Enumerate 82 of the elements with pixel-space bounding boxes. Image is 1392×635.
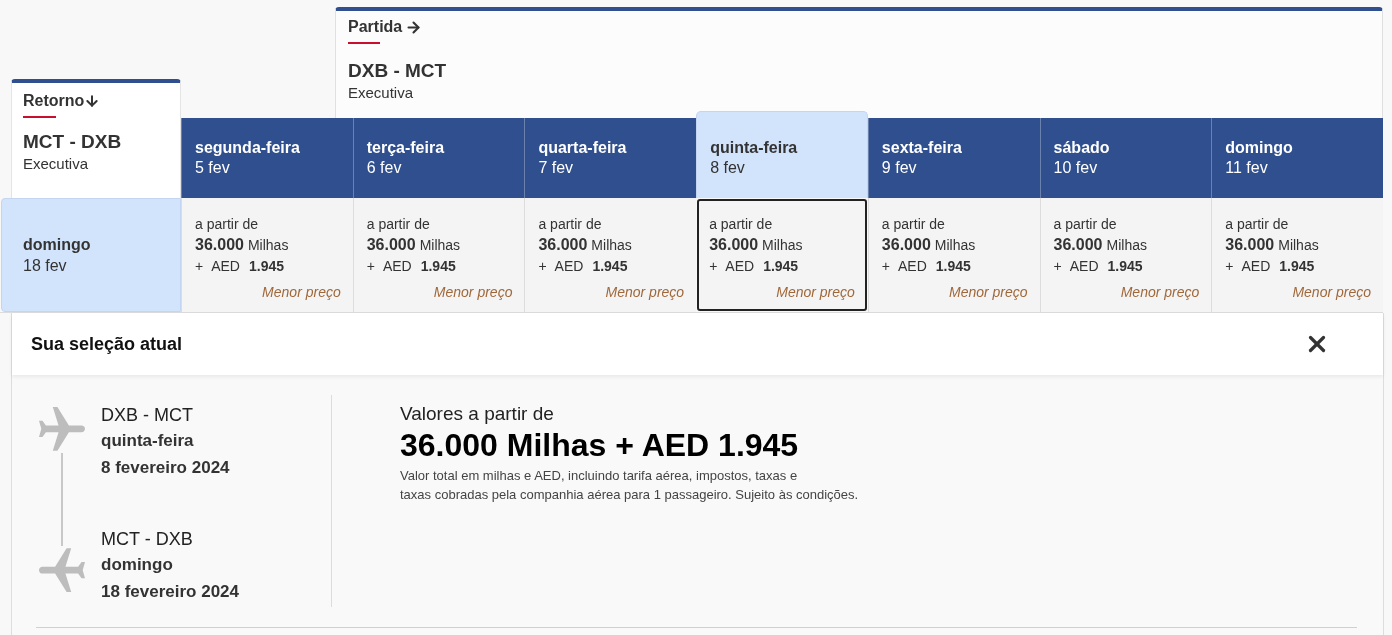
cash-amount: 1.945 xyxy=(592,257,628,276)
airplane-icon xyxy=(39,407,85,453)
cabin-class: Executiva xyxy=(23,154,90,174)
flight-date: 8 fevereiro 2024 xyxy=(101,457,231,479)
miles-unit: Milhas xyxy=(591,236,632,255)
fare-prefix: a partir de xyxy=(881,215,945,234)
fare-prefix: a partir de xyxy=(366,215,430,234)
miles-unit: Milhas xyxy=(934,236,976,255)
fare-option[interactable]: a partir de 36.000 Milhas + AED 1.945 Menor preço xyxy=(1211,198,1383,312)
lowest-price-note: Menor preço xyxy=(1292,283,1371,302)
cash-amount: 1.945 xyxy=(763,257,799,276)
date-tab[interactable]: segunda-feira 5 fev xyxy=(181,118,353,198)
cash-amount: 1.945 xyxy=(1279,257,1315,276)
price-disclaimer: Valor total em milhas e AED, incluindo tarifa aérea, impostos, taxas e taxas cobradas pela companhia aérea para 1 passageiro. Sujeito às condições. xyxy=(400,467,859,504)
plus-sign: + xyxy=(1053,257,1062,276)
panel-title: Sua seleção atual xyxy=(31,332,183,356)
currency-code: AED xyxy=(554,257,584,276)
date-tab[interactable]: domingo 11 fev xyxy=(1211,118,1383,198)
fare-option[interactable]: a partir de 36.000 Milhas + AED 1.945 Menor preço xyxy=(867,198,1040,312)
miles-unit: Milhas xyxy=(762,236,803,255)
fare-prefix: a partir de xyxy=(1053,215,1117,234)
fare-option[interactable]: a partir de 36.000 Milhas + AED 1.945 Menor preço xyxy=(181,198,353,312)
flight-weekday: domingo xyxy=(101,554,174,576)
miles-amount: 36.000 xyxy=(195,235,244,255)
fare-option[interactable]: a partir de 36.000 Milhas + AED 1.945 Menor preço xyxy=(352,198,525,312)
plus-sign: + xyxy=(1225,257,1234,276)
date-tab[interactable]: terça-feira 6 fev xyxy=(352,118,525,198)
date-tab[interactable]: quarta-feira 7 fev xyxy=(524,118,697,198)
direction-label: Retorno xyxy=(23,91,85,111)
date-tab[interactable]: quinta-feira 8 fev xyxy=(696,111,868,198)
currency-code: AED xyxy=(898,257,927,276)
cash-amount: 1.945 xyxy=(249,257,285,276)
price-label: Valores a partir de xyxy=(400,402,555,426)
plus-sign: + xyxy=(366,257,375,276)
flight-date: 18 fevereiro 2024 xyxy=(101,581,239,603)
direction-label: Partida xyxy=(348,17,403,37)
fare-prefix: a partir de xyxy=(1225,215,1289,234)
lowest-price-note: Menor preço xyxy=(605,283,685,302)
flight-weekday: quinta-feira xyxy=(101,430,195,452)
flight-route: MCT - DXB xyxy=(101,528,194,551)
miles-unit: Milhas xyxy=(1278,236,1319,255)
lowest-price-note: Menor preço xyxy=(262,283,341,302)
miles-unit: Milhas xyxy=(1106,236,1147,255)
airplane-icon xyxy=(39,546,85,592)
currency-code: AED xyxy=(1069,257,1099,276)
lowest-price-note: Menor preço xyxy=(1120,283,1200,302)
fare-prefix: a partir de xyxy=(195,215,259,234)
fare-option[interactable]: a partir de 36.000 Milhas + AED 1.945 Menor preço xyxy=(697,199,867,311)
miles-unit: Milhas xyxy=(419,236,461,255)
currency-code: AED xyxy=(382,257,412,276)
miles-unit: Milhas xyxy=(247,236,289,255)
fare-option[interactable]: a partir de 36.000 Milhas + AED 1.945 Menor preço xyxy=(524,198,697,312)
fare-prefix: a partir de xyxy=(709,215,773,234)
plus-sign: + xyxy=(709,257,718,276)
price-total: 36.000 Milhas + AED 1.945 xyxy=(400,426,800,464)
cabin-class: Executiva xyxy=(348,83,415,103)
fare-option[interactable]: a partir de 36.000 Milhas + AED 1.945 Menor preço xyxy=(1039,198,1212,312)
date-tab[interactable]: sexta-feira 9 fev xyxy=(867,118,1040,198)
route-code: MCT - DXB xyxy=(23,130,123,154)
cash-amount: 1.945 xyxy=(1107,257,1143,276)
miles-amount: 36.000 xyxy=(366,235,416,255)
return-date-option[interactable]: domingo 18 fev xyxy=(1,198,181,312)
flight-route: DXB - MCT xyxy=(101,404,194,427)
fare-prefix: a partir de xyxy=(538,215,602,234)
miles-amount: 36.000 xyxy=(709,235,759,255)
plus-sign: + xyxy=(881,257,891,276)
currency-code: AED xyxy=(1241,257,1271,276)
route-code: DXB - MCT xyxy=(348,59,448,83)
currency-code: AED xyxy=(211,257,240,276)
miles-amount: 36.000 xyxy=(538,235,588,255)
date-tab[interactable]: sábado 10 fev xyxy=(1039,118,1212,198)
cash-amount: 1.945 xyxy=(420,257,456,276)
currency-code: AED xyxy=(725,257,755,276)
miles-amount: 36.000 xyxy=(1225,235,1275,255)
lowest-price-note: Menor preço xyxy=(433,283,513,302)
plus-sign: + xyxy=(195,257,204,276)
cash-amount: 1.945 xyxy=(935,257,971,276)
plus-sign: + xyxy=(538,257,547,276)
miles-amount: 36.000 xyxy=(1053,235,1103,255)
miles-amount: 36.000 xyxy=(881,235,931,255)
lowest-price-note: Menor preço xyxy=(776,283,855,302)
lowest-price-note: Menor preço xyxy=(948,283,1028,302)
